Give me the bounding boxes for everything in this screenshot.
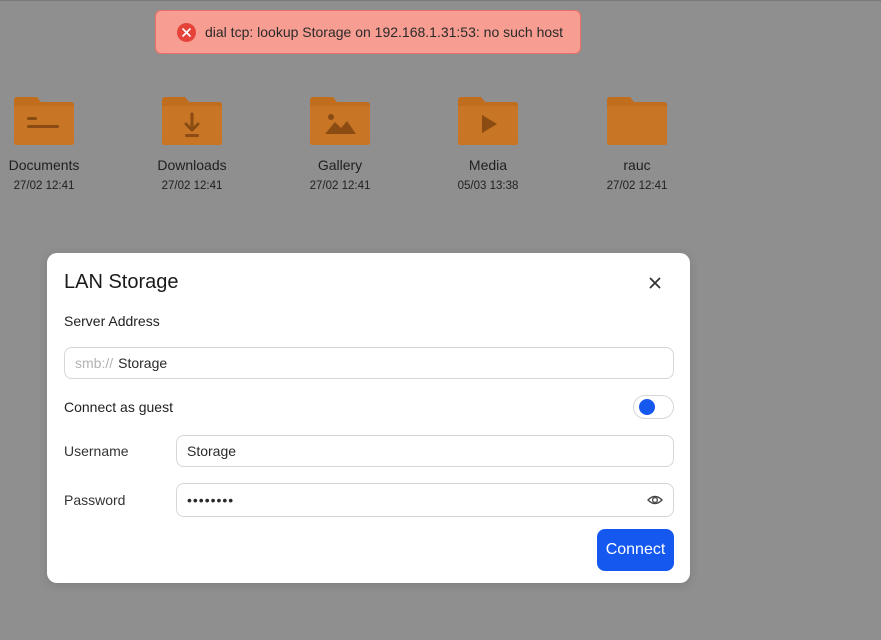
folder-name: rauc — [623, 157, 651, 173]
password-field[interactable]: •••••••• — [176, 483, 674, 517]
server-address-field[interactable]: smb:// Storage — [64, 347, 674, 379]
eye-icon — [647, 495, 663, 505]
username-input[interactable]: Storage — [187, 443, 236, 459]
folder-item[interactable]: rauc 27/02 12:41 — [577, 96, 697, 193]
folder-item[interactable]: Documents 27/02 12:41 — [0, 96, 104, 193]
folder-icon — [607, 97, 667, 145]
folder-name: Gallery — [317, 157, 363, 173]
media-folder-icon — [458, 97, 518, 145]
guest-label: Connect as guest — [64, 399, 173, 415]
server-prefix: smb:// — [75, 355, 114, 371]
dialog-title: LAN Storage — [64, 271, 179, 293]
folder-name: Downloads — [157, 157, 227, 173]
close-button[interactable] — [645, 273, 665, 293]
username-field[interactable]: Storage — [176, 435, 674, 467]
password-input[interactable]: •••••••• — [187, 492, 234, 508]
download-folder-icon — [162, 97, 222, 145]
top-border — [0, 0, 881, 1]
close-icon — [649, 277, 661, 289]
folder-date: 27/02 12:41 — [13, 180, 75, 192]
document-folder-icon — [14, 97, 74, 145]
username-label: Username — [64, 443, 129, 459]
image-folder-icon — [310, 97, 370, 145]
password-label: Password — [64, 492, 126, 508]
folder-item[interactable]: Gallery 27/02 12:41 — [280, 96, 400, 193]
folder-item[interactable]: Downloads 27/02 12:41 — [132, 96, 252, 193]
folder-name: Documents — [8, 157, 80, 173]
folder-name: Media — [468, 157, 508, 173]
folder-item[interactable]: Media 05/03 13:38 — [428, 96, 548, 193]
error-toast: dial tcp: lookup Storage on 192.168.1.31… — [155, 10, 581, 54]
error-message: dial tcp: lookup Storage on 192.168.1.31… — [205, 24, 564, 40]
folder-date: 05/03 13:38 — [457, 180, 519, 192]
connect-button[interactable]: Connect — [597, 529, 674, 571]
server-address-label: Server Address — [64, 313, 160, 329]
folder-date: 27/02 12:41 — [161, 180, 223, 192]
folder-date: 27/02 12:41 — [309, 180, 371, 192]
folder-date: 27/02 12:41 — [606, 180, 668, 192]
lan-storage-dialog: LAN Storage Server Address smb:// Storag… — [47, 253, 690, 583]
error-icon — [177, 22, 196, 42]
toggle-knob — [639, 399, 655, 415]
server-address-input[interactable]: Storage — [118, 355, 167, 371]
guest-toggle[interactable] — [633, 395, 674, 419]
show-password-button[interactable] — [647, 492, 663, 511]
